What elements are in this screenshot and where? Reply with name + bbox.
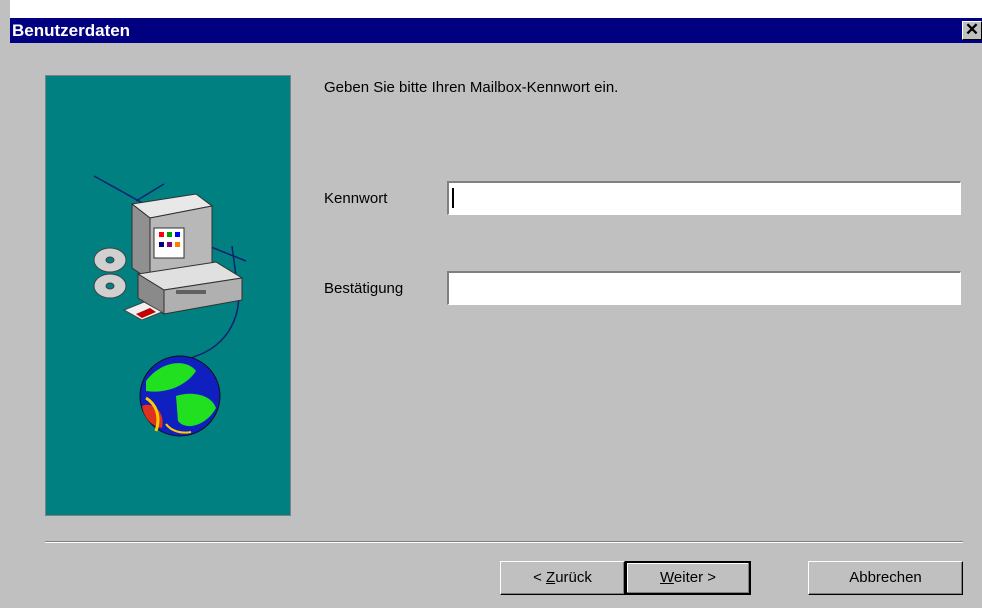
computer-globe-illustration [93, 175, 247, 437]
cd-icon [93, 247, 127, 299]
password-label: Kennwort [324, 190, 388, 207]
wizard-illustration [45, 75, 291, 516]
separator-highlight [45, 542, 963, 543]
dialog-client: Geben Sie bitte Ihren Mailbox-Kennwort e… [10, 43, 982, 608]
globe-icon [139, 355, 221, 437]
back-button[interactable]: < Zurück [500, 561, 625, 595]
next-button[interactable]: Weiter > [625, 561, 751, 595]
confirm-label: Bestätigung [324, 280, 404, 297]
window-title: Benutzerdaten [12, 21, 131, 40]
instruction-text: Geben Sie bitte Ihren Mailbox-Kennwort e… [324, 79, 619, 96]
back-label-rest: urück [555, 569, 592, 586]
password-field[interactable] [447, 181, 961, 215]
close-button[interactable]: ✕ [962, 21, 982, 40]
cancel-button[interactable]: Abbrechen [808, 561, 963, 595]
confirm-field[interactable] [447, 271, 961, 305]
left-edge [0, 0, 10, 608]
back-prefix: < [533, 569, 547, 586]
next-hotkey: W [660, 569, 674, 586]
back-hotkey: Z [546, 569, 556, 586]
title-bar[interactable]: Benutzerdaten ✕ [10, 18, 982, 43]
next-label-rest: eiter > [673, 569, 716, 586]
wizard-window: Benutzerdaten ✕ Geben Sie bitte Ihren Ma… [0, 0, 982, 608]
close-icon: ✕ [964, 20, 980, 39]
computer-icon [130, 193, 244, 315]
top-edge [0, 0, 982, 18]
text-caret [452, 188, 454, 208]
